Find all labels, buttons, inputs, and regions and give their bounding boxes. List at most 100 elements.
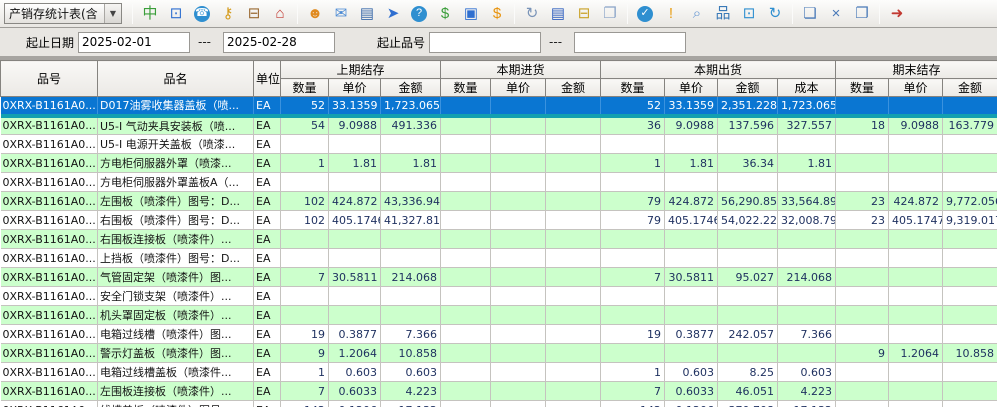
group-header-period-incoming[interactable]: 本期进货 [441, 61, 601, 79]
report-refresh-button[interactable]: ↻ [519, 2, 545, 25]
cell-in-qty [441, 306, 491, 325]
toolbar-separator [879, 4, 880, 24]
col-header-end-amount[interactable]: 金额 [943, 79, 997, 97]
table-row[interactable]: 0XRX-B1161A0...上挡板（喷漆件）图号：D...EA [1, 249, 997, 268]
table-row[interactable]: 0XRX-B1161A0...右围板（喷漆件）图号：D...EA102405.1… [1, 211, 997, 230]
col-header-in-amount[interactable]: 金额 [546, 79, 601, 97]
orgchart-button[interactable]: 品 [710, 2, 736, 25]
alert-bell-button[interactable]: ! [658, 2, 684, 25]
cell-out-price: 0.6033 [665, 382, 718, 401]
cell-in-price [491, 230, 546, 249]
remote-desktop-button[interactable]: ⊡ [736, 2, 762, 25]
col-header-out-price[interactable]: 单价 [665, 79, 718, 97]
chevron-down-icon[interactable]: ▼ [104, 4, 121, 23]
cell-in-price [491, 154, 546, 173]
mail-button[interactable]: ✉ [328, 2, 354, 25]
cell-out-qty [601, 249, 665, 268]
col-header-item-name[interactable]: 品名 [98, 61, 254, 97]
col-header-out-qty[interactable]: 数量 [601, 79, 665, 97]
data-transfer-button[interactable]: 中 [137, 2, 163, 25]
item-from-input[interactable] [429, 32, 541, 53]
cell-out-cost [778, 230, 836, 249]
table-row[interactable]: 0XRX-B1161A0...U5-I 气动夹具安装板（喷...EA549.09… [1, 116, 997, 135]
date-range-label: 起止日期 [26, 34, 74, 51]
table-row[interactable]: 0XRX-B1161A0...气管固定架（喷漆件）图...EA730.58112… [1, 268, 997, 287]
cell-out-amount [718, 306, 778, 325]
sales-money-button[interactable]: $ [484, 2, 510, 25]
cell-out-cost [778, 249, 836, 268]
exit-button[interactable]: ➜ [884, 2, 910, 25]
cell-out-cost [778, 344, 836, 363]
window-button[interactable]: ❏ [797, 2, 823, 25]
home-button[interactable]: ⌂ [267, 2, 293, 25]
doc-search-button[interactable]: ⌕ [684, 2, 710, 25]
computer-button[interactable]: ⊡ [163, 2, 189, 25]
group-header-period-outgoing[interactable]: 本期出货 [601, 61, 836, 79]
cell-in-price [491, 306, 546, 325]
table-row[interactable]: 0XRX-B1161A0...左围板连接板（喷漆件）...EA70.60334.… [1, 382, 997, 401]
col-header-prev-amount[interactable]: 金额 [381, 79, 441, 97]
col-header-prev-qty[interactable]: 数量 [281, 79, 329, 97]
item-to-input[interactable] [574, 32, 686, 53]
cell-in-price [491, 325, 546, 344]
cell-out-qty [601, 135, 665, 154]
table-row[interactable]: 0XRX-B1161A0...右围板连接板（喷漆件）...EA [1, 230, 997, 249]
group-header-ending-balance[interactable]: 期末结存 [836, 61, 997, 79]
lock-key-button[interactable]: ⚷ [215, 2, 241, 25]
col-header-out-cost[interactable]: 成本 [778, 79, 836, 97]
table-row[interactable]: 0XRX-B1161A0...左围板（喷漆件）图号：D...EA102424.8… [1, 192, 997, 211]
cell-id: 0XRX-B1161A0... [1, 97, 98, 116]
cell-id: 0XRX-B1161A0... [1, 230, 98, 249]
col-header-in-price[interactable]: 单价 [491, 79, 546, 97]
col-header-in-qty[interactable]: 数量 [441, 79, 491, 97]
phone-button[interactable]: ☎ [189, 2, 215, 25]
key-button[interactable]: ➤ [380, 2, 406, 25]
col-header-prev-price[interactable]: 单价 [329, 79, 381, 97]
cell-end-price [889, 135, 943, 154]
cart-button[interactable]: ▣ [458, 2, 484, 25]
refresh-button[interactable]: ↻ [762, 2, 788, 25]
report-button[interactable]: ▤ [545, 2, 571, 25]
report-type-selector[interactable]: 产销存统计表(含 ▼ [4, 3, 122, 24]
cart-icon: ▣ [464, 6, 478, 21]
table-row[interactable]: 0XRX-B1161A0...方电柜伺服器外罩盖板A（...EA [1, 173, 997, 192]
cell-in-qty [441, 135, 491, 154]
briefcase-button[interactable]: ⊟ [241, 2, 267, 25]
table-row[interactable]: 0XRX-B1161A0...U5-I 电源开关盖板（喷漆...EA [1, 135, 997, 154]
mail-icon: ✉ [335, 6, 348, 21]
col-header-end-price[interactable]: 单价 [889, 79, 943, 97]
users-button[interactable]: ☻ [302, 2, 328, 25]
date-from-input[interactable] [78, 32, 190, 53]
col-header-unit[interactable]: 单位 [254, 61, 281, 97]
cell-name: 左围板（喷漆件）图号：D... [98, 192, 254, 211]
copy-button[interactable]: ❐ [597, 2, 623, 25]
cell-prev-amount [381, 306, 441, 325]
approve-button[interactable]: ✓ [632, 2, 658, 25]
col-header-out-amount[interactable]: 金额 [718, 79, 778, 97]
table-row[interactable]: 0XRX-B1161A0...机头罩固定板（喷漆件）...EA [1, 306, 997, 325]
table-row[interactable]: 0XRX-B1161A0...警示灯盖板（喷漆件）图...EA91.206410… [1, 344, 997, 363]
cell-out-cost: 7.366 [778, 325, 836, 344]
close-window-button[interactable]: × [823, 2, 849, 25]
table-row[interactable]: 0XRX-B1161A0...线槽盖板（喷漆件）图号...EA1420.1206… [1, 401, 997, 408]
money-button[interactable]: $ [432, 2, 458, 25]
table-row[interactable]: 0XRX-B1161A0...电箱过线槽盖板（喷漆件...EA10.6030.6… [1, 363, 997, 382]
table-row[interactable]: 0XRX-B1161A0...D017油雾收集器盖板（喷...EA5233.13… [1, 97, 997, 116]
group-header-prev-balance[interactable]: 上期结存 [281, 61, 441, 79]
table-row[interactable]: 0XRX-B1161A0...安全门锁支架（喷漆件）...EA [1, 287, 997, 306]
table-row[interactable]: 0XRX-B1161A0...电箱过线槽（喷漆件）图...EA190.38777… [1, 325, 997, 344]
table-row[interactable]: 0XRX-B1161A0...方电柜伺服器外罩（喷漆...EA11.811.81… [1, 154, 997, 173]
card-button[interactable]: ▤ [354, 2, 380, 25]
archive-box-button[interactable]: ⊟ [571, 2, 597, 25]
col-header-item-id[interactable]: 品号 [1, 61, 98, 97]
cell-out-price: 0.603 [665, 363, 718, 382]
cell-end-amount [943, 401, 997, 408]
cell-in-amount [546, 154, 601, 173]
col-header-end-qty[interactable]: 数量 [836, 79, 889, 97]
cascade-button[interactable]: ❐ [849, 2, 875, 25]
date-to-input[interactable] [223, 32, 335, 53]
cell-in-qty [441, 154, 491, 173]
cell-end-qty: 23 [836, 211, 889, 230]
help-button[interactable]: ? [406, 2, 432, 25]
cell-name: 电箱过线槽（喷漆件）图... [98, 325, 254, 344]
